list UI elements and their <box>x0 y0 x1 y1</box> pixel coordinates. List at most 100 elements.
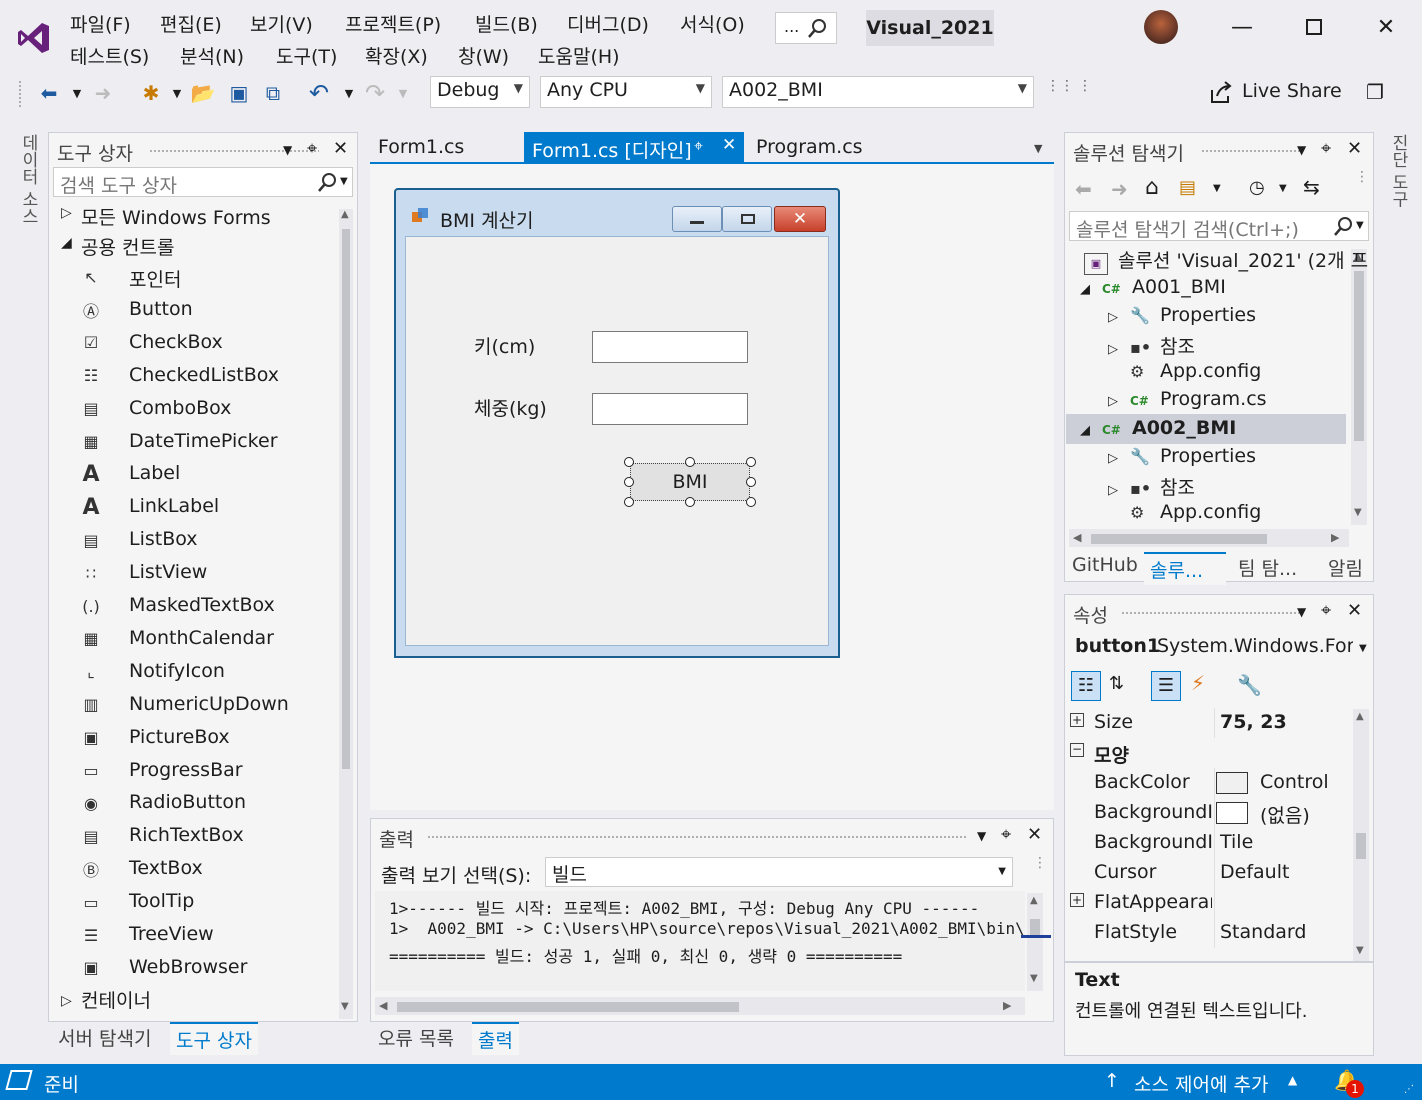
alphabetical-icon[interactable]: ⇅ <box>1109 673 1124 694</box>
tab-overflow-icon[interactable]: ▼ <box>1034 142 1042 155</box>
solution-tree-node[interactable]: ◢ C# A002_BMI <box>1080 417 1236 445</box>
toolbox-item[interactable]: ⌞ NotifyIcon <box>49 656 339 689</box>
open-folder-icon[interactable]: 📂 <box>190 80 216 106</box>
menu-format[interactable]: 서식(O) <box>680 10 745 37</box>
toolbar-overflow-icon[interactable]: ⋮⋮ <box>1046 78 1074 94</box>
close-icon[interactable]: ✕ <box>333 138 348 159</box>
toolbox-item[interactable]: ◉ RadioButton <box>49 787 339 820</box>
properties-scrollbar[interactable]: ▲ ▼ <box>1353 709 1369 961</box>
properties-icon[interactable]: ☰ <box>1151 671 1181 701</box>
minimize-button[interactable]: — <box>1222 10 1262 44</box>
redo-dropdown-icon[interactable]: ▼ <box>390 80 416 106</box>
search-button[interactable]: ... <box>775 12 837 44</box>
collapse-icon[interactable]: − <box>1070 743 1084 757</box>
output-text-area[interactable]: 1>------ 빌드 시작: 프로젝트: A002_BMI, 구성: Debu… <box>375 891 1025 991</box>
tab-github[interactable]: GitHub <box>1072 554 1138 576</box>
diagnostic-tools-tab[interactable]: 진단 도구 <box>1386 134 1411 207</box>
toolbox-item[interactable]: ▭ ProgressBar <box>49 755 339 788</box>
scroll-up-icon[interactable]: ▲ <box>1030 895 1038 906</box>
categorized-icon[interactable]: ☷ <box>1071 671 1101 701</box>
resize-handle[interactable] <box>746 457 756 467</box>
tab-form1-designer[interactable]: Form1.cs [디자인] ⌖ ✕ <box>524 132 744 162</box>
feedback-icon[interactable]: ❐ <box>1366 80 1392 106</box>
undo-icon[interactable]: ↶ <box>306 79 332 107</box>
toolbox-item[interactable]: ▦ MonthCalendar <box>49 623 339 656</box>
solution-root[interactable]: ▣ 솔루션 'Visual_2021' (2개 프 <box>1084 246 1368 275</box>
expand-icon[interactable]: ▷ <box>1108 394 1130 409</box>
toolbox-item[interactable]: Ⓑ TextBox <box>49 853 339 886</box>
resize-handle[interactable] <box>685 497 695 507</box>
scroll-right-icon[interactable]: ▶ <box>1003 999 1011 1012</box>
toolbox-item[interactable]: ▤ ComboBox <box>49 393 339 426</box>
scroll-left-icon[interactable]: ◀ <box>1073 531 1081 544</box>
output-source-dropdown[interactable]: 빌드 ▼ <box>545 857 1013 887</box>
solution-tree-node[interactable]: ◢ C# A001_BMI <box>1080 276 1226 304</box>
panel-grip[interactable] <box>1201 149 1301 154</box>
solution-tree-node[interactable]: ▷ C# Program.cs <box>1108 388 1267 416</box>
toolbox-item[interactable]: ▣ PictureBox <box>49 722 339 755</box>
toolbox-item[interactable]: A LinkLabel <box>49 491 339 524</box>
menu-analyze[interactable]: 분석(N) <box>180 42 244 69</box>
solution-tree-node[interactable]: ▷ ▪• 참조 <box>1108 473 1195 501</box>
form-minimize-button[interactable] <box>672 206 722 232</box>
panel-grip[interactable] <box>1121 611 1301 616</box>
menu-extensions[interactable]: 확장(X) <box>365 42 428 69</box>
menu-debug[interactable]: 디버그(D) <box>567 10 649 37</box>
resize-handle[interactable] <box>624 457 634 467</box>
toolbox-search-input[interactable]: 검색 도구 상자 ▼ <box>53 167 353 197</box>
chevron-down-icon[interactable]: ▼ <box>977 829 986 843</box>
scroll-thumb[interactable] <box>1356 833 1366 859</box>
back-icon[interactable]: ⬅ <box>1075 177 1092 201</box>
chevron-down-icon[interactable]: ▼ <box>1279 183 1287 194</box>
menu-build[interactable]: 빌드(B) <box>475 10 538 37</box>
menu-test[interactable]: 테스트(S) <box>70 42 149 69</box>
back-dropdown-icon[interactable]: ▼ <box>64 80 90 106</box>
panel-grip[interactable] <box>149 149 319 154</box>
tab-toolbox[interactable]: 도구 상자 <box>170 1022 258 1055</box>
property-row[interactable]: BackgroundIm (없음) <box>1066 798 1346 828</box>
scroll-thumb[interactable] <box>1354 271 1364 441</box>
form-close-button[interactable]: ✕ <box>774 206 826 232</box>
label-weight[interactable]: 체중(kg) <box>474 394 547 421</box>
property-row[interactable]: − 모양 <box>1066 738 1346 768</box>
resize-handle[interactable] <box>746 497 756 507</box>
form-maximize-button[interactable] <box>722 206 772 232</box>
pin-icon[interactable]: ⌖ <box>1321 138 1331 159</box>
resize-grip-icon[interactable]: ⋰ <box>1404 1084 1414 1095</box>
add-to-source-control-button[interactable]: 소스 제어에 추가 <box>1134 1070 1268 1097</box>
scroll-down-icon[interactable]: ▼ <box>1354 507 1362 518</box>
events-icon[interactable]: ⚡ <box>1191 671 1205 695</box>
solution-hscrollbar[interactable]: ◀ ▶ <box>1069 529 1349 547</box>
textbox-weight[interactable] <box>592 393 748 425</box>
property-row[interactable]: BackgroundIm Tile <box>1066 828 1346 858</box>
menu-window[interactable]: 창(W) <box>458 42 509 69</box>
toolbox-group-common[interactable]: 공용 컨트롤 <box>81 233 174 260</box>
live-share-button[interactable]: Live Share <box>1242 80 1342 102</box>
label-height[interactable]: 키(cm) <box>474 332 535 359</box>
forward-icon[interactable]: ➜ <box>1111 177 1128 201</box>
resize-handle[interactable] <box>746 477 756 487</box>
resize-handle[interactable] <box>624 497 634 507</box>
tab-program-cs[interactable]: Program.cs <box>748 132 871 162</box>
expand-icon[interactable]: ◢ <box>1080 423 1102 438</box>
expand-icon[interactable]: ▷ <box>1108 310 1130 325</box>
close-button[interactable]: ✕ <box>1366 10 1406 44</box>
scroll-thumb[interactable] <box>397 1002 739 1012</box>
platform-dropdown[interactable]: Any CPU ▼ <box>540 76 712 108</box>
object-selector[interactable]: button1 System.Windows.Forms ▼ <box>1067 631 1371 663</box>
solution-tree-node[interactable]: ⚙ App.config <box>1108 501 1261 529</box>
toolbar-options-icon[interactable]: ⋮ <box>1078 78 1092 94</box>
toolbox-group-containers[interactable]: 컨테이너 <box>81 986 151 1013</box>
toolbox-item[interactable]: ▥ NumericUpDown <box>49 689 339 722</box>
pending-changes-icon[interactable]: ◷ <box>1249 177 1265 198</box>
menu-edit[interactable]: 편집(E) <box>160 10 222 37</box>
expand-icon[interactable]: ▷ <box>61 205 72 221</box>
tab-server-explorer[interactable]: 서버 탐색기 <box>58 1024 151 1051</box>
property-row[interactable]: FlatStyle Standard <box>1066 918 1346 948</box>
solution-tree-node[interactable]: ▷ ▪• 참조 <box>1108 332 1195 360</box>
expand-icon[interactable]: ▷ <box>1108 342 1130 357</box>
resize-handle[interactable] <box>685 457 695 467</box>
bmi-button[interactable]: BMI <box>630 463 750 501</box>
save-icon[interactable]: ▣ <box>226 80 252 106</box>
new-dropdown-icon[interactable]: ▼ <box>164 80 190 106</box>
